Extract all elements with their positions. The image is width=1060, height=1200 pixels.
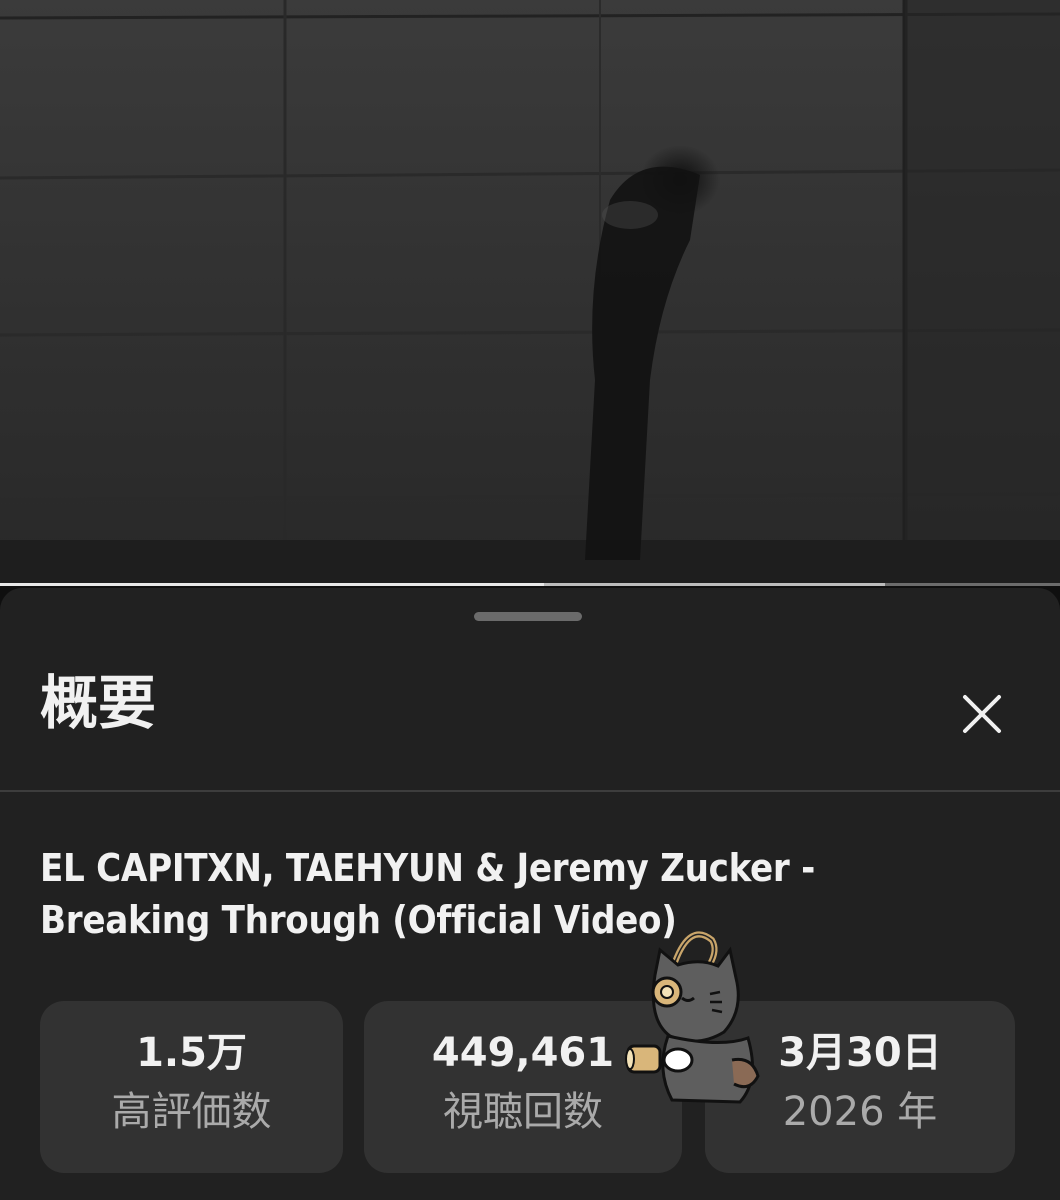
progress-played bbox=[0, 583, 544, 586]
video-title-line1: EL CAPITXN, TAEHYUN & Jeremy Zucker - bbox=[40, 846, 815, 890]
sheet-title: 概要 bbox=[40, 669, 157, 737]
video-title-line2: Breaking Through (Official Video) bbox=[40, 898, 677, 942]
description-sheet: 概要 EL CAPITXN, TAEHYUN & Jeremy Zucker -… bbox=[0, 588, 1060, 1200]
video-frame bbox=[0, 0, 1060, 586]
video-player[interactable] bbox=[0, 0, 1060, 586]
likes-stat: 1.5万 高評価数 bbox=[40, 1001, 343, 1173]
likes-label: 高評価数 bbox=[111, 1089, 272, 1135]
progress-bar[interactable] bbox=[0, 583, 1060, 586]
close-button[interactable] bbox=[954, 686, 1010, 742]
video-title: EL CAPITXN, TAEHYUN & Jeremy Zucker - Br… bbox=[40, 842, 1000, 946]
progress-buffer bbox=[543, 583, 886, 586]
likes-count: 1.5万 bbox=[136, 1030, 247, 1076]
divider bbox=[0, 790, 1060, 792]
cat-sticker bbox=[625, 931, 760, 1104]
drag-handle[interactable] bbox=[474, 612, 582, 621]
close-icon bbox=[963, 695, 1001, 733]
